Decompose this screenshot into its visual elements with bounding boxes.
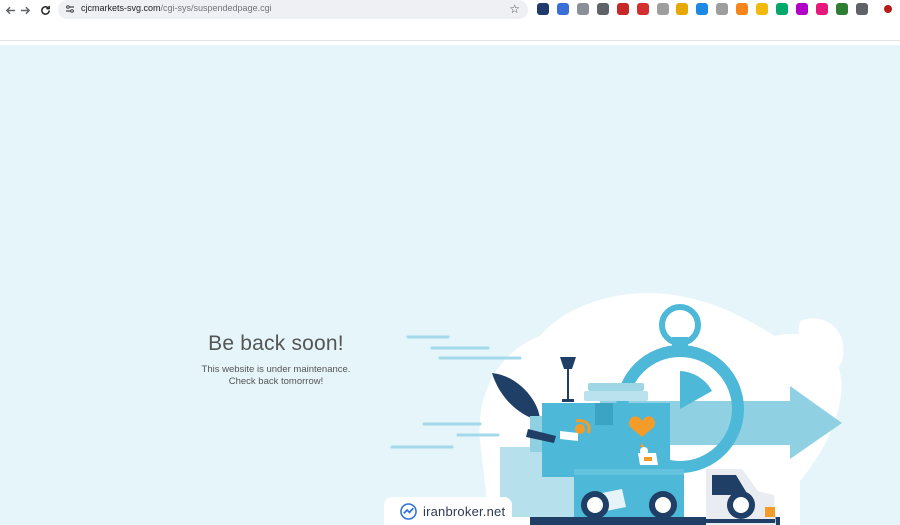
address-bar[interactable]: cjcmarkets-svg.com/cgi-sys/suspendedpage… xyxy=(58,0,528,19)
maintenance-line-1: This website is under maintenance. xyxy=(201,364,351,375)
trend-chart-icon xyxy=(400,502,417,520)
ext-13-icon[interactable] xyxy=(776,3,788,15)
ext-15-icon[interactable] xyxy=(816,3,828,15)
star-icon[interactable]: ☆ xyxy=(509,2,520,16)
ext-10-icon[interactable] xyxy=(716,3,728,15)
box-small xyxy=(595,403,613,425)
forward-icon[interactable] xyxy=(15,0,35,20)
ext-16-icon[interactable] xyxy=(836,3,848,15)
ext-7-icon[interactable] xyxy=(657,3,669,15)
maintenance-line-2: Check back tomorrow! xyxy=(228,376,324,387)
watermark-badge: iranbroker.net xyxy=(384,497,512,525)
extensions-puzzle-icon[interactable] xyxy=(856,3,868,15)
ext-8-icon[interactable] xyxy=(676,3,688,15)
url-path: /cgi-sys/suspendedpage.cgi xyxy=(160,3,272,13)
watermark-text: iranbroker.net xyxy=(423,503,506,519)
reload-icon[interactable] xyxy=(35,0,55,20)
page-title: Be back soon! xyxy=(208,332,344,355)
toolbar-divider xyxy=(0,40,900,41)
url-host: cjcmarkets-svg.com xyxy=(81,3,161,13)
ext-4-icon[interactable] xyxy=(597,3,609,15)
ext-5-icon[interactable] xyxy=(617,3,629,15)
ext-1-icon[interactable] xyxy=(537,3,549,15)
profile-icon[interactable] xyxy=(884,5,892,13)
ext-14-icon[interactable] xyxy=(796,3,808,15)
sofa xyxy=(584,383,648,401)
maintenance-text: This website is under maintenance. Check… xyxy=(176,364,376,388)
ext-3-icon[interactable] xyxy=(577,3,589,15)
url-text[interactable]: cjcmarkets-svg.com/cgi-sys/suspendedpage… xyxy=(81,3,272,13)
browser-toolbar: cjcmarkets-svg.com/cgi-sys/suspendedpage… xyxy=(0,0,900,40)
maintenance-message: Be back soon! This website is under main… xyxy=(176,332,376,388)
ext-9-icon[interactable] xyxy=(696,3,708,15)
ext-11-icon[interactable] xyxy=(736,3,748,15)
site-info-icon[interactable] xyxy=(63,2,77,16)
ext-6-icon[interactable] xyxy=(637,3,649,15)
maintenance-page: Be back soon! This website is under main… xyxy=(0,45,900,525)
ext-2-icon[interactable] xyxy=(557,3,569,15)
box-front-top xyxy=(574,469,684,475)
ext-12-icon[interactable] xyxy=(756,3,768,15)
truck-wheels-upper xyxy=(581,491,755,519)
